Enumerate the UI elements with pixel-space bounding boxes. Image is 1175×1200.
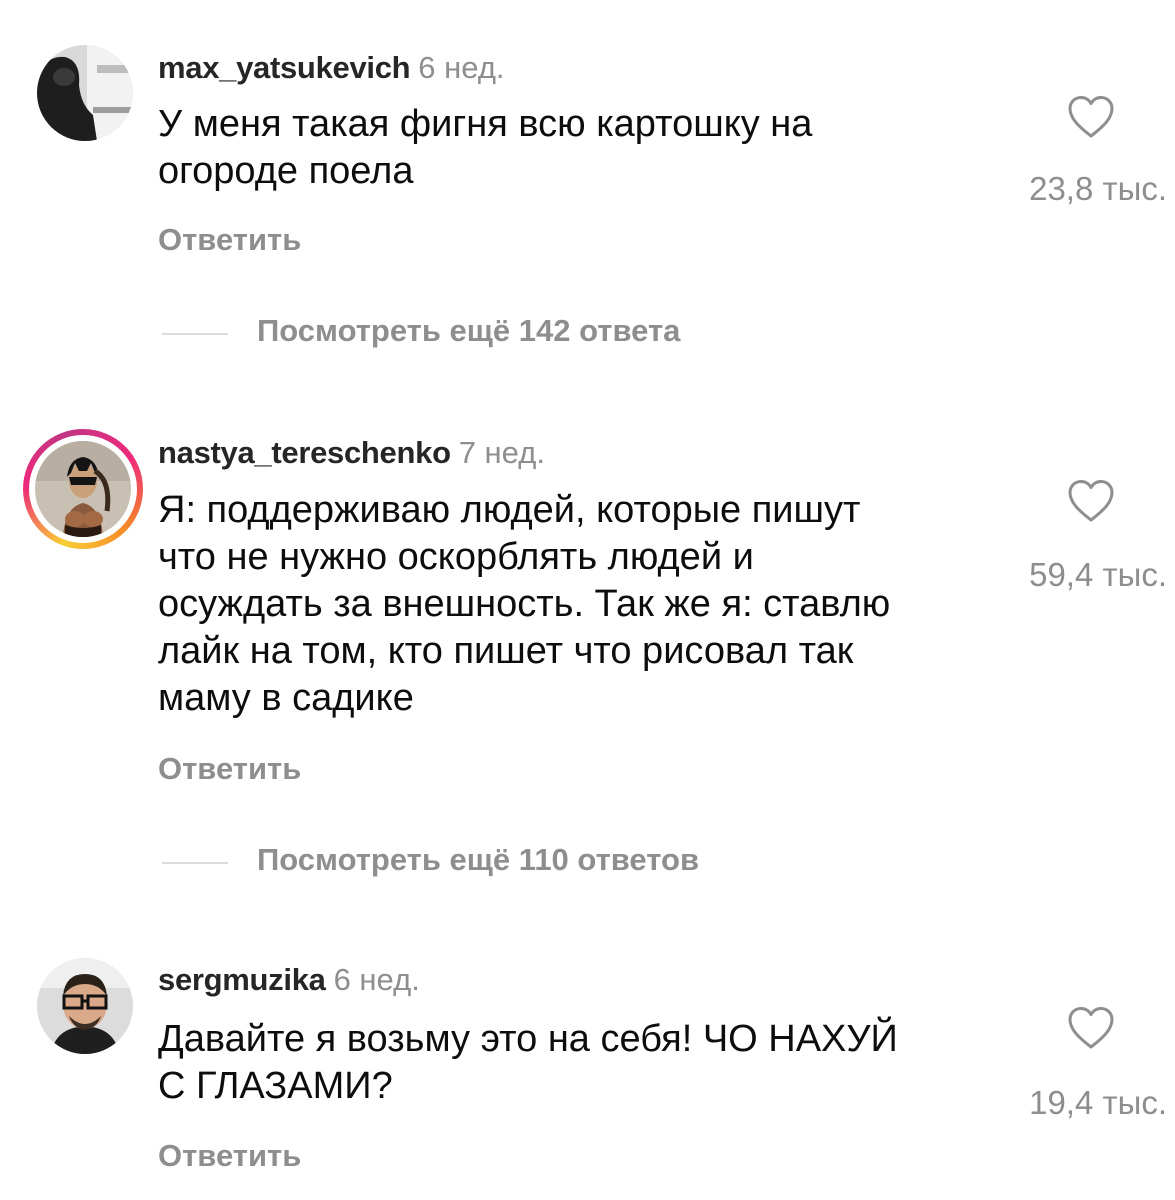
avatar-image — [37, 45, 133, 141]
comment-time: 6 нед. — [418, 50, 505, 85]
comment-text-line: С ГЛАЗАМИ? — [158, 1065, 393, 1107]
comment-header: nastya_tereschenko 7 нед. — [158, 435, 545, 471]
username[interactable]: max_yatsukevich — [158, 50, 411, 85]
avatar[interactable] — [37, 958, 133, 1054]
comment-text-line: осуждать за внешность. Так же я: ставлю — [158, 583, 891, 625]
avatar[interactable] — [37, 45, 133, 141]
heart-outline-icon[interactable] — [1066, 1005, 1116, 1051]
reply-button[interactable]: Ответить — [158, 222, 301, 258]
comment-text-line: лайк на том, кто пишет что рисовал так — [158, 630, 854, 672]
avatar-image — [37, 958, 133, 1054]
username[interactable]: nastya_tereschenko — [158, 435, 451, 470]
comment-text: У меня такая фигня всю картошку на огоро… — [158, 101, 1018, 195]
view-replies-label: Посмотреть ещё 110 ответов — [257, 842, 700, 877]
comment-text: Я: поддерживаю людей, которые пишут что … — [158, 487, 1018, 722]
like-count: 59,4 тыс. — [1029, 556, 1167, 593]
divider-line — [162, 862, 228, 864]
divider-line — [162, 333, 228, 335]
comment-text-line: что не нужно оскорблять людей и — [158, 536, 754, 578]
like-count: 19,4 тыс. — [1029, 1084, 1167, 1121]
heart-outline-icon[interactable] — [1066, 94, 1116, 140]
comment-header: sergmuzika 6 нед. — [158, 962, 420, 998]
comment-text-line: маму в садике — [158, 677, 414, 719]
heart-outline-icon[interactable] — [1066, 478, 1116, 524]
comment-header: max_yatsukevich 6 нед. — [158, 50, 505, 86]
comment-time: 6 нед. — [333, 962, 420, 997]
avatar — [35, 441, 131, 537]
view-replies-label: Посмотреть ещё 142 ответа — [257, 313, 681, 348]
comment-text-line: Я: поддерживаю людей, которые пишут — [158, 489, 861, 531]
avatar-image — [35, 441, 131, 537]
comment-text-line: Давайте я возьму это на себя! ЧО НАХУЙ — [158, 1018, 898, 1060]
reply-button[interactable]: Ответить — [158, 1138, 301, 1174]
comment-text: Давайте я возьму это на себя! ЧО НАХУЙ С… — [158, 1016, 1018, 1110]
comment-text-line: огороде поела — [158, 150, 414, 192]
username[interactable]: sergmuzika — [158, 962, 326, 997]
comment-time: 7 нед. — [458, 435, 545, 470]
like-count: 23,8 тыс. — [1029, 170, 1167, 207]
reply-button[interactable]: Ответить — [158, 751, 301, 787]
comment-text-line: У меня такая фигня всю картошку на — [158, 103, 813, 145]
story-ring[interactable] — [23, 429, 143, 549]
